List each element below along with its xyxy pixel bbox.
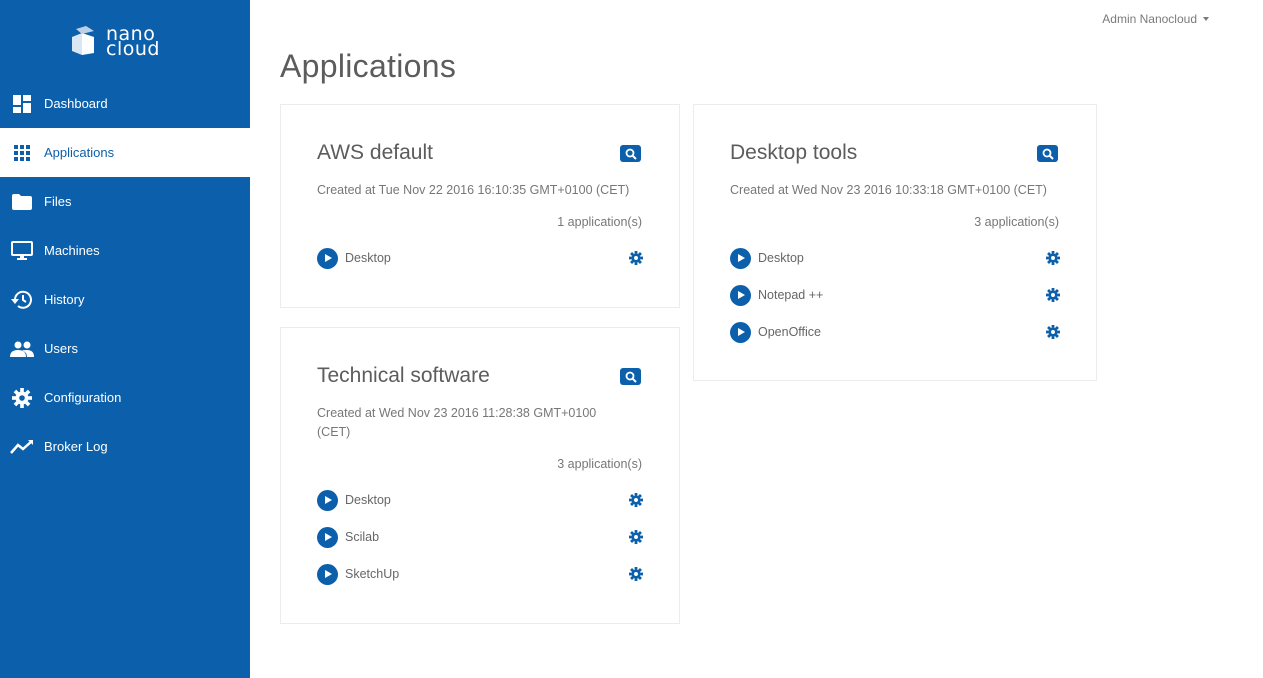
app-settings-button[interactable] [1046,325,1060,339]
app-row: Desktop [317,247,643,269]
sidebar-item-users[interactable]: Users [0,324,250,373]
search-button[interactable] [620,145,641,162]
apps-grid-icon [0,144,44,161]
app-row: OpenOffice [730,321,1060,343]
play-button[interactable] [317,489,338,511]
sidebar-item-label: Applications [44,145,115,160]
search-button[interactable] [1037,145,1058,162]
play-button[interactable] [730,247,751,269]
play-button[interactable] [317,563,338,585]
history-icon [0,290,44,310]
application-count: 3 application(s) [974,215,1059,229]
line-chart-icon [0,439,44,455]
monitor-icon [0,240,44,261]
application-count: 1 application(s) [557,215,642,229]
app-group-card: Desktop tools Created at Wed Nov 23 2016… [693,104,1097,381]
sidebar-item-files[interactable]: Files [0,177,250,226]
play-icon [325,570,332,578]
gear-icon [0,387,44,408]
users-icon [0,341,44,357]
app-row: Notepad ++ [730,284,1060,306]
user-name: Admin Nanocloud [1102,12,1197,26]
gear-icon [629,567,643,581]
app-settings-button[interactable] [629,493,643,507]
play-icon [738,328,745,336]
app-group-card: Technical software Created at Wed Nov 23… [280,327,680,624]
sidebar-item-label: Configuration [44,390,122,405]
app-name: Desktop [345,251,391,265]
app-name: Scilab [345,530,380,544]
app-name: OpenOffice [758,325,822,339]
created-date: Created at Wed Nov 23 2016 10:33:18 GMT+… [730,183,1047,197]
play-button[interactable] [317,526,338,548]
logo-mark-icon [72,26,94,55]
chevron-down-icon [1203,17,1209,21]
app-name: Desktop [345,493,391,507]
sidebar-item-configuration[interactable]: Configuration [0,373,250,422]
dashboard-icon [0,94,44,113]
sidebar-item-label: Broker Log [44,439,108,454]
app-group-card: AWS default Created at Tue Nov 22 2016 1… [280,104,680,308]
sidebar-item-history[interactable]: History [0,275,250,324]
gear-icon [1046,325,1060,339]
folder-icon [0,193,44,210]
app-row: SketchUp [317,563,643,585]
sidebar-item-applications[interactable]: Applications [0,128,250,177]
play-button[interactable] [317,247,338,269]
app-row: Desktop [317,489,643,511]
sidebar-item-dashboard[interactable]: Dashboard [0,79,250,128]
app-group-title: AWS default [317,141,433,164]
app-settings-button[interactable] [1046,288,1060,302]
sidebar-item-label: History [44,292,85,307]
play-icon [325,254,332,262]
play-icon [325,533,332,541]
sidebar-item-machines[interactable]: Machines [0,226,250,275]
gear-icon [629,530,643,544]
logo-text-line2: cloud [106,38,160,60]
gear-icon [629,251,643,265]
search-button[interactable] [620,368,641,385]
app-settings-button[interactable] [629,251,643,265]
app-settings-button[interactable] [1046,251,1060,265]
app-group-title: Technical software [317,364,490,387]
created-date: Created at Wed Nov 23 2016 11:28:38 GMT+… [317,406,597,439]
gear-icon [1046,288,1060,302]
app-settings-button[interactable] [629,530,643,544]
sidebar-item-label: Machines [44,243,100,258]
app-row: Scilab [317,526,643,548]
app-row: Desktop [730,247,1060,269]
page-title: Applications [280,48,457,84]
sidebar-item-label: Users [44,341,78,356]
sidebar-item-label: Files [44,194,72,209]
app-name: SketchUp [345,567,400,581]
gear-icon [1046,251,1060,265]
play-icon [738,254,745,262]
gear-icon [629,493,643,507]
nanocloud-logo[interactable]: nano cloud [70,22,160,62]
sidebar-item-label: Dashboard [44,96,108,111]
app-name: Notepad ++ [758,288,824,302]
play-button[interactable] [730,321,751,343]
search-icon [625,148,637,160]
sidebar-item-broker-log[interactable]: Broker Log [0,422,250,471]
sidebar-nav: Dashboard Applications Files Machines Hi… [0,79,250,471]
app-settings-button[interactable] [629,567,643,581]
play-icon [325,496,332,504]
app-group-title: Desktop tools [730,141,858,164]
created-date: Created at Tue Nov 22 2016 16:10:35 GMT+… [317,183,630,197]
search-icon [1042,148,1054,160]
sidebar: nano cloud Dashboard Applications Files … [0,0,250,678]
user-menu-dropdown[interactable]: Admin Nanocloud [1102,12,1209,26]
play-icon [738,291,745,299]
application-count: 3 application(s) [557,457,642,471]
app-name: Desktop [758,251,804,265]
play-button[interactable] [730,284,751,306]
search-icon [625,371,637,383]
